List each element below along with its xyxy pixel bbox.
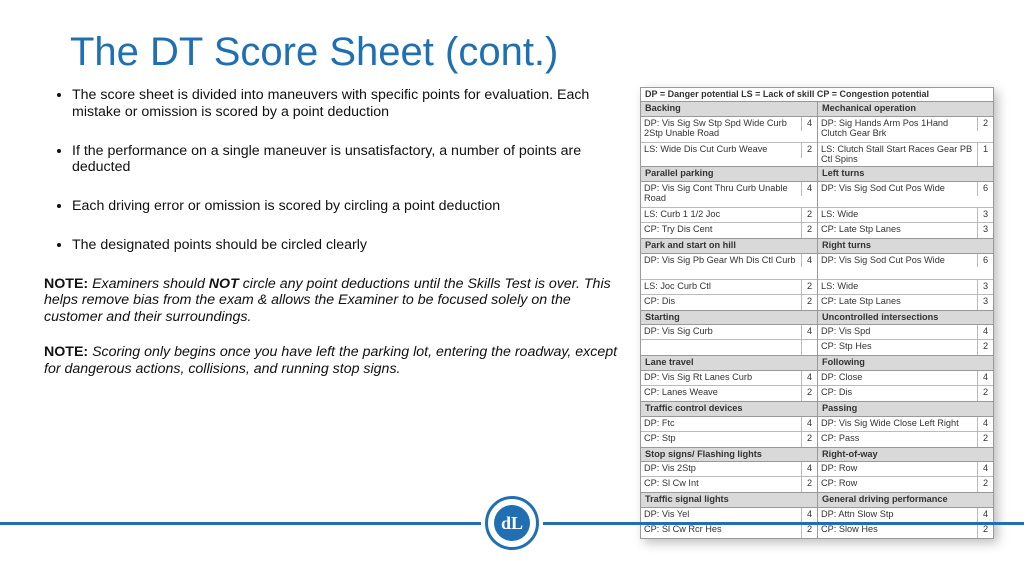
score-row: DP: Sig Hands Arm Pos 1Hand Clutch Gear …: [818, 117, 993, 143]
footer-divider: dL: [0, 496, 1024, 550]
score-row: DP: Vis Spd4: [818, 325, 993, 340]
logo-icon: dL: [485, 496, 539, 550]
score-row: DP: Vis Sig Cont Thru Curb Unable Road4: [641, 182, 817, 208]
score-row: CP: Row2: [818, 477, 993, 492]
score-row: DP: Vis Sig Curb4: [641, 325, 817, 340]
score-row: CP: Lanes Weave2: [641, 386, 817, 401]
score-row: DP: Vis 2Stp4: [641, 462, 817, 477]
section-header: Passing: [818, 402, 993, 417]
section-header: Mechanical operation: [818, 102, 993, 117]
section-header: Following: [818, 356, 993, 371]
score-row: DP: Vis Sig Sod Cut Pos Wide6: [818, 182, 993, 208]
bullet-item: If the performance on a single maneuver …: [72, 143, 622, 177]
section-header: Starting: [641, 311, 817, 326]
score-row: DP: Vis Sig Pb Gear Wh Dis Ctl Curb4: [641, 254, 817, 280]
score-row: DP: Row4: [818, 462, 993, 477]
score-row: LS: Clutch Stall Start Races Gear PB Ctl…: [818, 143, 993, 166]
score-row: CP: Stp Hes2: [818, 340, 993, 355]
section-header: Left turns: [818, 167, 993, 182]
score-row: CP: Dis2: [818, 386, 993, 401]
section-header: Backing: [641, 102, 817, 117]
bullet-item: Each driving error or omission is scored…: [72, 198, 622, 215]
score-row: DP: Vis Sig Sod Cut Pos Wide6: [818, 254, 993, 280]
score-row: CP: Late Stp Lanes3: [818, 223, 993, 238]
score-row: LS: Wide Dis Cut Curb Weave2: [641, 143, 817, 158]
section-header: Stop signs/ Flashing lights: [641, 448, 817, 463]
score-row: DP: Vis Sig Sw Stp Spd Wide Curb 2Stp Un…: [641, 117, 817, 143]
score-row: DP: Ftc4: [641, 417, 817, 432]
score-row: CP: Try Dis Cent2: [641, 223, 817, 238]
body-text: The score sheet is divided into maneuver…: [30, 87, 622, 539]
score-row: DP: Close4: [818, 371, 993, 386]
score-row: LS: Wide3: [818, 280, 993, 295]
score-row: CP: Pass2: [818, 432, 993, 447]
page-title: The DT Score Sheet (cont.): [70, 30, 994, 75]
score-row: LS: Joc Curb Ctl2: [641, 280, 817, 295]
score-row: CP: Stp2: [641, 432, 817, 447]
score-row: CP: Sl Cw Int2: [641, 477, 817, 492]
score-row: DP: Vis Sig Wide Close Left Right4: [818, 417, 993, 432]
score-row: LS: Wide3: [818, 208, 993, 223]
bullet-item: The designated points should be circled …: [72, 237, 622, 254]
score-sheet-image: DP = Danger potential LS = Lack of skill…: [640, 87, 994, 539]
score-legend: DP = Danger potential LS = Lack of skill…: [641, 88, 993, 101]
section-header: Right turns: [818, 239, 993, 254]
score-row: DP: Vis Sig Rt Lanes Curb4: [641, 371, 817, 386]
bullet-item: The score sheet is divided into maneuver…: [72, 87, 622, 121]
score-row: LS: Curb 1 1/2 Joc2: [641, 208, 817, 223]
note-2: NOTE: Scoring only begins once you have …: [44, 344, 622, 378]
section-header: Parallel parking: [641, 167, 817, 182]
section-header: Traffic control devices: [641, 402, 817, 417]
score-row: CP: Late Stp Lanes3: [818, 295, 993, 310]
section-header: Lane travel: [641, 356, 817, 371]
note-1: NOTE: Examiners should NOT circle any po…: [44, 276, 622, 326]
section-header: Park and start on hill: [641, 239, 817, 254]
score-row: [641, 340, 817, 355]
score-row: CP: Dis2: [641, 295, 817, 310]
section-header: Uncontrolled intersections: [818, 311, 993, 326]
section-header: Right-of-way: [818, 448, 993, 463]
